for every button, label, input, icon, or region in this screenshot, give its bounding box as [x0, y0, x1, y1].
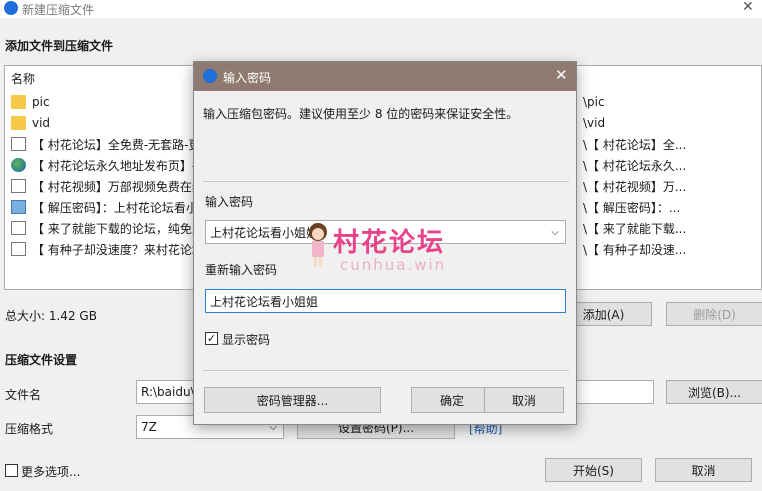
dialog-divider — [203, 370, 569, 371]
password-value: 上村花论坛看小姐姐 — [210, 225, 319, 240]
start-button[interactable]: 开始(S) — [545, 458, 642, 482]
file-name: 【 来了就能下载的论坛，纯免费 — [32, 221, 204, 236]
file-path: \pic — [583, 95, 605, 109]
window-title-bar: 新建压缩文件 ✕ — [0, 0, 762, 18]
file-name: 【 解压密码】：上村花论坛看小 — [32, 200, 198, 215]
delete-button[interactable]: 删除(D) — [666, 302, 762, 326]
list-item[interactable]: 【 村花论坛】全免费-无套路-更 — [11, 134, 200, 154]
globe-icon — [11, 158, 26, 172]
password-label: 输入密码 — [205, 195, 254, 209]
file-path: \【 来了就能下载... — [583, 221, 687, 236]
watermark-mascot-icon — [309, 223, 327, 267]
window-close-icon[interactable]: ✕ — [742, 0, 754, 15]
file-name: 【 村花论坛永久地址发布页】- — [32, 158, 197, 173]
image-icon — [11, 200, 26, 214]
app-logo-icon — [203, 69, 217, 83]
dialog-hint: 输入压缩包密码。建议使用至少 8 位的密码来保证安全性。 — [203, 107, 519, 121]
format-label: 压缩格式 — [5, 422, 54, 436]
file-path: \vid — [583, 116, 606, 130]
app-logo-icon — [4, 1, 18, 15]
file-name: 【 村花视频】万部视频免费在线 — [32, 179, 204, 194]
file-name: pic — [32, 95, 50, 109]
document-icon — [11, 137, 26, 151]
archive-settings-heading: 压缩文件设置 — [5, 353, 78, 367]
show-password-checkbox[interactable]: ✓ — [205, 332, 218, 345]
list-item[interactable]: pic — [11, 92, 50, 112]
watermark-logo: 村花论坛 — [333, 228, 446, 258]
dialog-title-bar: 输入密码 ✕ — [194, 62, 576, 91]
dialog-close-icon[interactable]: ✕ — [555, 66, 568, 84]
cancel-button[interactable]: 取消 — [655, 458, 752, 482]
file-name: 【 村花论坛】全免费-无套路-更 — [32, 137, 201, 152]
column-header-name[interactable]: 名称 — [11, 70, 35, 87]
more-options-checkbox[interactable] — [5, 464, 18, 477]
window-title: 新建压缩文件 — [22, 3, 95, 17]
format-value: 7Z — [141, 420, 157, 434]
more-options-label[interactable]: 更多选项... — [21, 463, 80, 480]
document-icon — [11, 221, 26, 235]
document-icon — [11, 179, 26, 193]
reenter-password-input[interactable]: 上村花论坛看小姐姐 — [205, 289, 566, 313]
list-item[interactable]: 【 解压密码】：上村花论坛看小 — [11, 197, 198, 217]
ok-button[interactable]: 确定 — [411, 387, 493, 413]
file-name: 【 有种子却没速度？来村花论坛 — [32, 242, 204, 257]
dialog-divider — [203, 181, 569, 182]
watermark-domain: cunhua.win — [340, 256, 447, 274]
chevron-down-icon[interactable]: ⌵ — [551, 227, 559, 238]
file-path: \【 村花视频】万... — [583, 179, 687, 194]
file-path: \【 有种子却没速... — [583, 242, 687, 257]
file-name: vid — [32, 116, 51, 130]
folder-icon — [11, 116, 26, 130]
document-icon — [11, 242, 26, 256]
list-item[interactable]: 【 村花视频】万部视频免费在线 — [11, 176, 204, 196]
list-item[interactable]: 【 村花论坛永久地址发布页】- — [11, 155, 196, 175]
file-path: \【 村花论坛】全... — [583, 137, 687, 152]
add-files-heading: 添加文件到压缩文件 — [5, 39, 114, 53]
list-item[interactable]: 【 有种子却没速度？来村花论坛 — [11, 239, 204, 259]
password-manager-button[interactable]: 密码管理器... — [204, 387, 381, 413]
dialog-cancel-button[interactable]: 取消 — [484, 387, 564, 413]
folder-icon — [11, 95, 26, 109]
filename-label: 文件名 — [5, 388, 42, 402]
show-password-label[interactable]: 显示密码 — [222, 331, 270, 348]
browse-button[interactable]: 浏览(B)... — [666, 380, 762, 404]
total-size: 总大小: 1.42 GB — [5, 309, 97, 323]
list-item[interactable]: vid — [11, 113, 50, 133]
reenter-password-label: 重新输入密码 — [205, 263, 278, 277]
file-path: \【 村花论坛永久... — [583, 158, 687, 173]
file-path: \【 解压密码】：... — [583, 200, 681, 215]
list-item[interactable]: 【 来了就能下载的论坛，纯免费 — [11, 218, 204, 238]
dialog-title: 输入密码 — [223, 71, 272, 85]
